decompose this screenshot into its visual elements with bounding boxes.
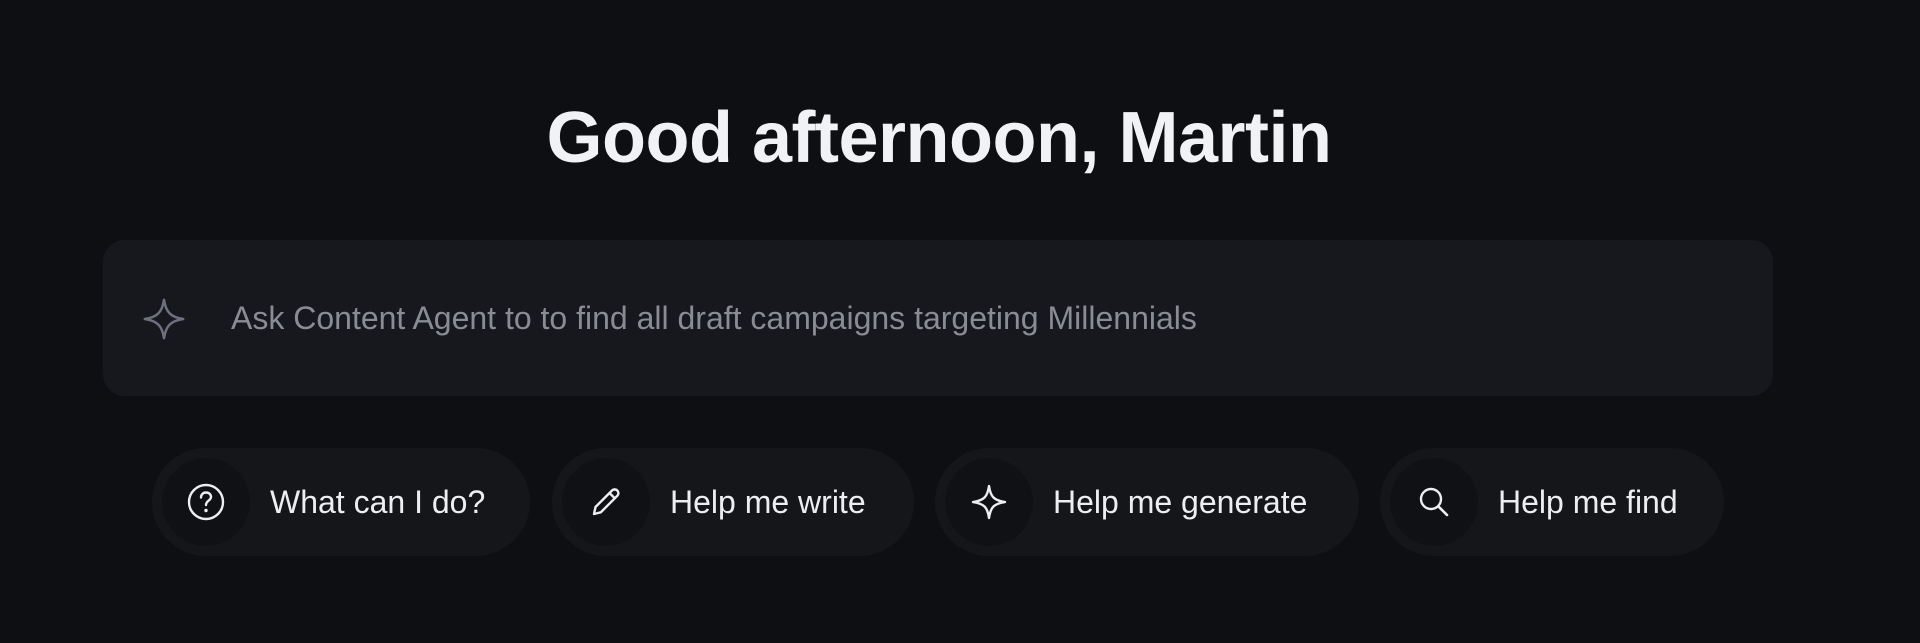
greeting-heading: Good afternoon, Martin [546,98,1332,178]
help-me-find-button[interactable]: Help me find [1380,448,1724,556]
search-icon [1390,458,1478,546]
help-me-write-button[interactable]: Help me write [552,448,914,556]
help-me-generate-button[interactable]: Help me generate [935,448,1359,556]
what-can-i-do-button[interactable]: What can I do? [152,448,530,556]
help-circle-icon [162,458,250,546]
prompt-input[interactable] [231,292,1731,344]
what-can-i-do-label: What can I do? [270,483,486,520]
prompt-box[interactable] [103,240,1773,396]
sparkle-icon [141,296,187,342]
sparkle-icon [945,458,1033,546]
help-me-write-label: Help me write [670,483,866,520]
help-me-find-label: Help me find [1498,483,1678,520]
pencil-icon [562,458,650,546]
help-me-generate-label: Help me generate [1053,483,1308,520]
